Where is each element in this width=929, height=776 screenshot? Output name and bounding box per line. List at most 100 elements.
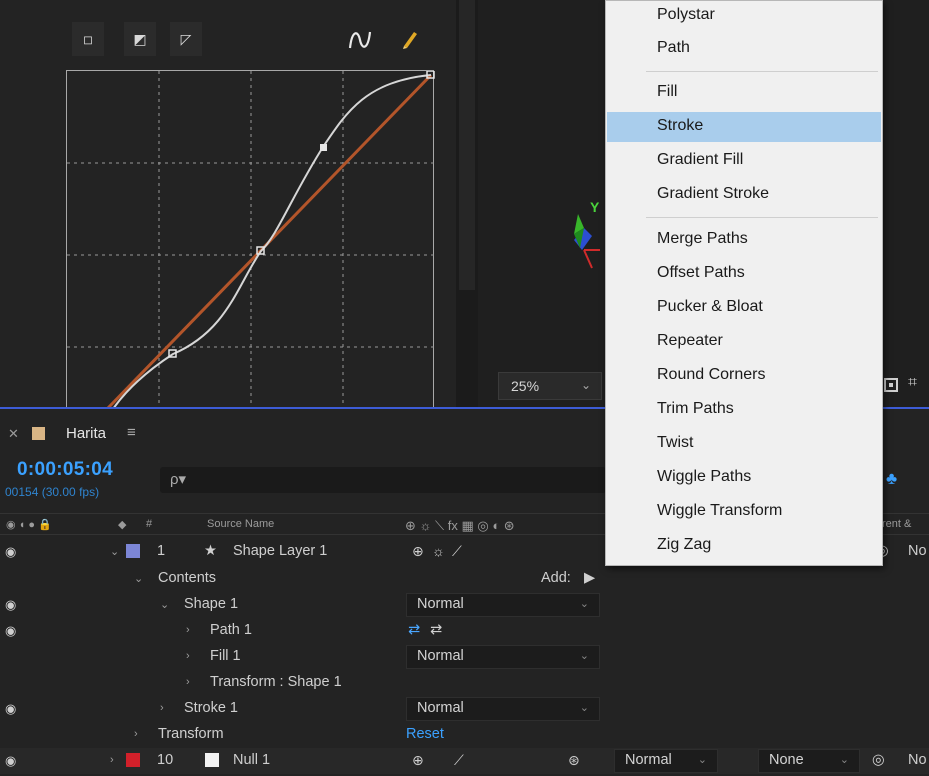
star-icon: ★ xyxy=(204,543,217,559)
stroke-1-row[interactable]: ◉ › Stroke 1 Normal ⌄ xyxy=(0,696,929,722)
panel-menu-icon[interactable]: ≡ xyxy=(127,424,136,441)
graph-mode-small-icon[interactable]: ◽ xyxy=(72,22,104,56)
tab-label: Harita xyxy=(66,425,107,442)
menu-item-pucker-bloat[interactable]: Pucker & Bloat xyxy=(607,293,881,323)
path-direction-icon[interactable]: ⇄ xyxy=(408,622,420,638)
menu-item-repeater[interactable]: Repeater xyxy=(607,327,881,357)
path-1-row[interactable]: ◉ › Path 1 ⇄ ⇄ xyxy=(0,618,929,644)
menu-item-offset-paths[interactable]: Offset Paths xyxy=(607,259,881,289)
eye-icon[interactable]: ◉ xyxy=(5,701,16,717)
menu-item-path[interactable]: Path xyxy=(607,34,881,64)
chevron-right-icon[interactable]: › xyxy=(186,624,190,636)
stroke-1-blend-mode-dropdown[interactable]: Normal ⌄ xyxy=(406,697,600,721)
parent-value[interactable]: No xyxy=(908,543,927,559)
blend-mode-value: Normal xyxy=(417,596,464,612)
eye-icon[interactable]: ◉ xyxy=(5,623,16,639)
null-layer-icon xyxy=(205,753,219,767)
panel-scrollbar[interactable] xyxy=(456,0,478,408)
switches-column: ⊕ ☼ ⟍ fx ▦ ◎ ◐ ⊛ xyxy=(405,518,515,533)
menu-item-wiggle-transform[interactable]: Wiggle Transform xyxy=(607,497,881,527)
chevron-down-icon: ⌄ xyxy=(579,702,589,714)
label-column-icon: ◆ xyxy=(118,519,127,531)
fill-1-row[interactable]: › Fill 1 Normal ⌄ xyxy=(0,644,929,670)
chevron-down-icon: ⌄ xyxy=(697,754,707,766)
menu-item-gradient-fill[interactable]: Gradient Fill xyxy=(607,146,881,176)
menu-item-gradient-stroke[interactable]: Gradient Stroke xyxy=(607,180,881,210)
layer-row-null-1[interactable]: ◉ › 10 Null 1 ⊕ ⟋ ⊛ Normal ⌄ None ⌄ ◎ No xyxy=(0,748,929,774)
menu-item-round-corners[interactable]: Round Corners xyxy=(607,361,881,391)
add-menu-button-icon[interactable]: ▶ xyxy=(584,570,595,586)
add-label: Add: xyxy=(541,570,571,586)
shape-1-blend-mode-dropdown[interactable]: Normal ⌄ xyxy=(406,593,600,617)
grid-options-icon[interactable]: ⌗ xyxy=(908,374,917,392)
menu-item-wiggle-paths[interactable]: Wiggle Paths xyxy=(607,463,881,493)
menu-item-zig-zag[interactable]: Zig Zag xyxy=(607,531,881,561)
chevron-right-icon[interactable]: › xyxy=(110,754,114,766)
blend-mode-value: Normal xyxy=(417,648,464,664)
contents-row[interactable]: ⌄ Contents Add: ▶ xyxy=(0,566,929,592)
eye-icon[interactable]: ◉ xyxy=(5,597,16,613)
null-1-blend-mode-dropdown[interactable]: Normal ⌄ xyxy=(614,749,718,773)
layer-search-input[interactable]: ρ▾ xyxy=(160,467,606,493)
transform-row[interactable]: › Transform Reset xyxy=(0,722,929,748)
fill-1-label: Fill 1 xyxy=(210,648,241,664)
layer-label-swatch[interactable] xyxy=(126,753,140,767)
menu-item-stroke[interactable]: Stroke xyxy=(607,112,881,142)
chevron-down-icon[interactable]: ⌄ xyxy=(134,572,143,585)
parent-column: rent & xyxy=(882,518,912,530)
chevron-right-icon[interactable]: › xyxy=(186,650,190,662)
graph-mode-large-icon[interactable]: ◸ xyxy=(170,22,202,56)
menu-item-fill[interactable]: Fill xyxy=(607,78,881,108)
contents-label: Contents xyxy=(158,570,217,586)
search-icon: ρ▾ xyxy=(170,471,187,488)
quality-switch-icon[interactable]: ⟋ xyxy=(454,752,464,769)
eye-icon[interactable]: ◉ xyxy=(5,753,16,769)
bezier-curve-icon[interactable] xyxy=(346,28,374,52)
collapse-switch-icon[interactable]: ☼ xyxy=(432,543,445,559)
menu-item-twist[interactable]: Twist xyxy=(607,429,881,459)
close-icon[interactable]: ✕ xyxy=(8,426,19,442)
layer-name[interactable]: Null 1 xyxy=(233,752,270,768)
3d-layer-icon[interactable]: ⊛ xyxy=(568,752,580,769)
menu-item-polystar[interactable]: Polystar xyxy=(607,1,881,31)
chevron-down-icon[interactable]: ⌄ xyxy=(110,545,119,558)
shape-1-row[interactable]: ◉ ⌄ Shape 1 Normal ⌄ xyxy=(0,592,929,618)
eye-icon[interactable]: ◉ xyxy=(5,544,16,560)
av-switch-icons: ◉ ◖ ● 🔒 xyxy=(6,519,52,531)
track-matte-value: None xyxy=(769,752,804,768)
path-direction-reverse-icon[interactable]: ⇄ xyxy=(430,622,442,638)
graph-mode-medium-icon[interactable]: ◩ xyxy=(124,22,156,56)
fill-1-blend-mode-dropdown[interactable]: Normal ⌄ xyxy=(406,645,600,669)
transform-shape-1-label: Transform : Shape 1 xyxy=(210,674,342,690)
parent-pickwhip-icon[interactable]: ◎ xyxy=(872,752,885,768)
parent-value[interactable]: No xyxy=(908,752,927,768)
transform-shape-1-row[interactable]: › Transform : Shape 1 xyxy=(0,670,929,696)
snapshot-icon[interactable] xyxy=(884,378,898,392)
shy-switch-icon[interactable]: ⊕ xyxy=(412,543,424,560)
quality-switch-icon[interactable]: ⟋ xyxy=(452,543,462,560)
reset-link[interactable]: Reset xyxy=(406,726,444,742)
layer-name[interactable]: Shape Layer 1 xyxy=(233,543,327,559)
shy-switch-icon[interactable]: ⊕ xyxy=(412,752,424,769)
zoom-dropdown[interactable]: 25% ⌄ xyxy=(498,372,602,400)
chevron-down-icon[interactable]: ⌄ xyxy=(160,598,169,611)
source-name-column[interactable]: Source Name xyxy=(207,518,274,530)
track-matte-dropdown[interactable]: None ⌄ xyxy=(758,749,860,773)
chevron-right-icon[interactable]: › xyxy=(160,702,164,714)
draft-3d-icon[interactable]: ♣ xyxy=(886,469,897,489)
path-1-label: Path 1 xyxy=(210,622,252,638)
graph-area[interactable] xyxy=(66,70,435,409)
current-time-display[interactable]: 0:00:05:04 xyxy=(17,459,113,481)
shape-1-label: Shape 1 xyxy=(184,596,239,612)
layer-label-swatch[interactable] xyxy=(126,544,140,558)
transform-label: Transform xyxy=(158,726,224,742)
chevron-right-icon[interactable]: › xyxy=(134,728,138,740)
menu-item-merge-paths[interactable]: Merge Paths xyxy=(607,225,881,255)
chevron-right-icon[interactable]: › xyxy=(186,676,190,688)
chevron-down-icon: ⌄ xyxy=(839,754,849,766)
pencil-icon[interactable] xyxy=(400,26,420,50)
menu-item-trim-paths[interactable]: Trim Paths xyxy=(607,395,881,425)
stroke-1-label: Stroke 1 xyxy=(184,700,238,716)
value-graph-panel: ◽ ◩ ◸ xyxy=(0,0,478,409)
number-column: # xyxy=(146,518,153,530)
